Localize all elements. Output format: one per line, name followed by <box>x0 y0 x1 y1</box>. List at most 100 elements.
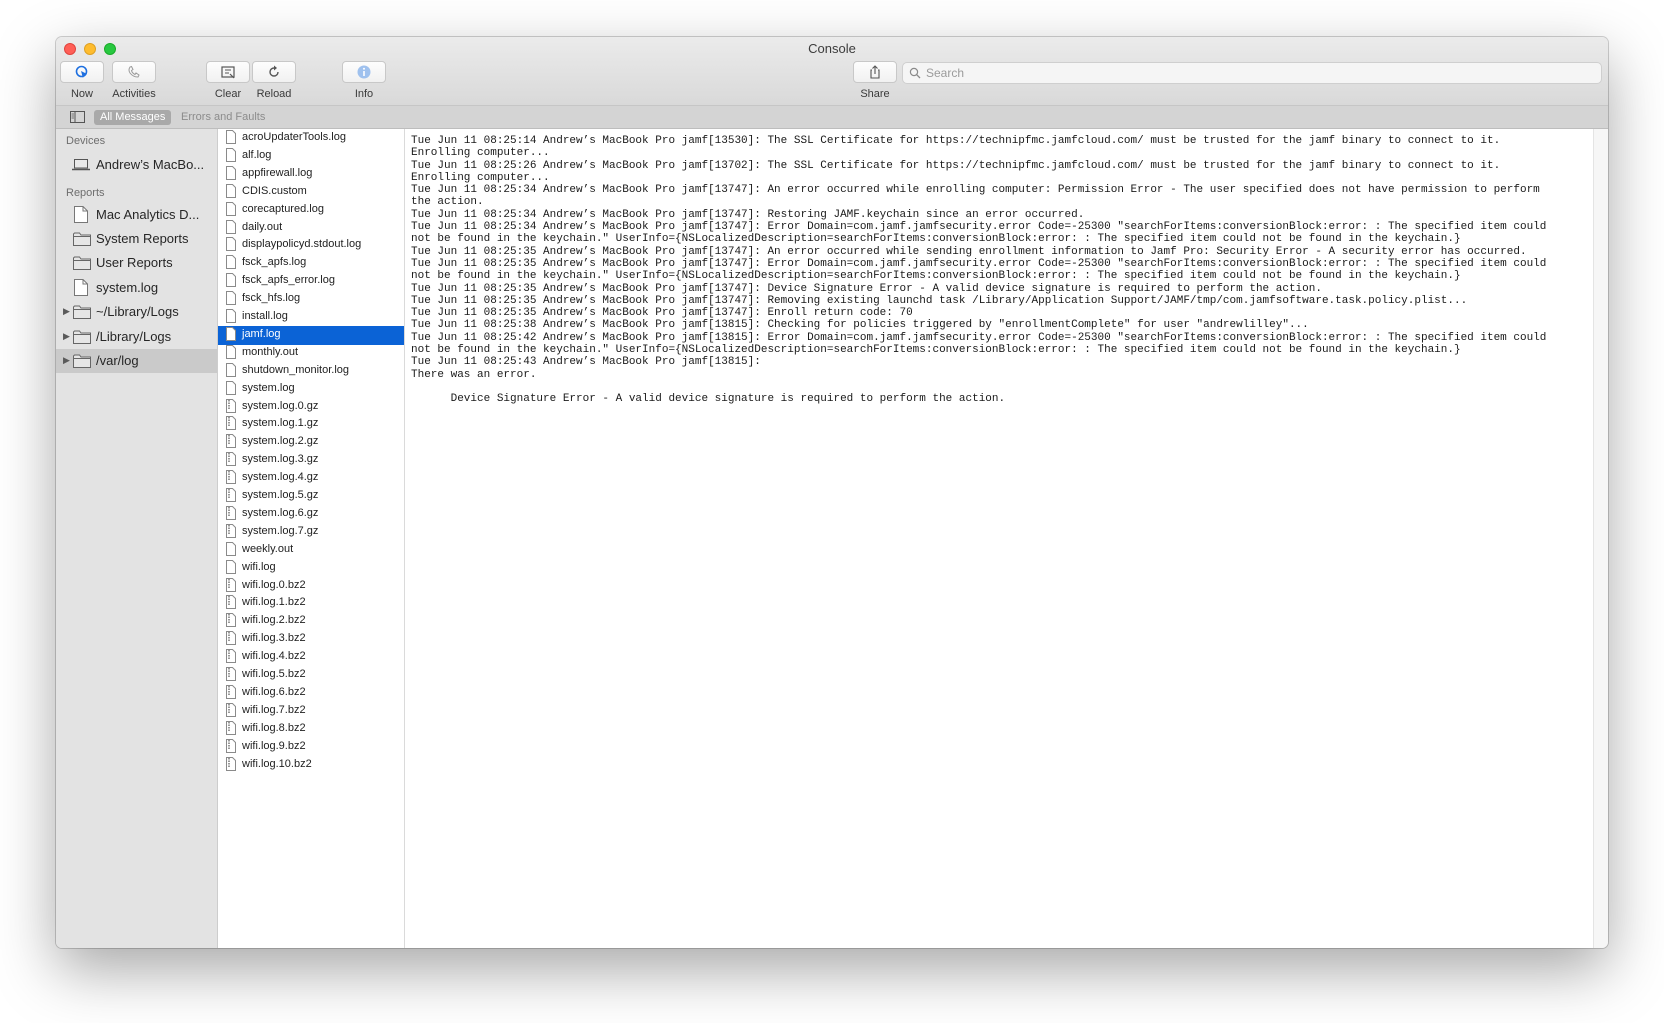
window-title: Console <box>808 41 856 56</box>
sidebar-item-label: System Reports <box>96 231 189 246</box>
file-row[interactable]: wifi.log.0.bz2 <box>218 577 404 596</box>
file-row[interactable]: weekly.out <box>218 541 404 560</box>
activities-button[interactable] <box>112 61 156 83</box>
file-row[interactable]: wifi.log.5.bz2 <box>218 666 404 685</box>
log-line: Tue Jun 11 08:25:34 Andrew’s MacBook Pro… <box>411 221 1547 234</box>
reload-icon <box>269 65 279 77</box>
reload-tool: Reload <box>252 61 296 100</box>
search-icon <box>909 67 921 79</box>
file-name: wifi.log.4.bz2 <box>242 650 306 663</box>
errors-and-faults-filter[interactable]: Errors and Faults <box>181 111 265 123</box>
file-name: system.log.1.gz <box>242 417 319 430</box>
sidebar-item-library-logs[interactable]: ▶ /Library/Logs <box>56 325 217 349</box>
file-row[interactable]: wifi.log.2.bz2 <box>218 612 404 631</box>
clear-tool: Clear <box>206 61 250 100</box>
file-row[interactable]: system.log.0.gz <box>218 398 404 417</box>
sidebar-item-system-reports[interactable]: System Reports <box>56 227 217 251</box>
log-line: Device Signature Error - A valid device … <box>411 393 1006 406</box>
all-messages-filter[interactable]: All Messages <box>94 110 172 125</box>
now-label: Now <box>70 88 93 100</box>
log-line: Enrolling computer... <box>411 171 550 184</box>
file-row[interactable]: system.log.3.gz <box>218 451 404 470</box>
file-row[interactable]: fsck_apfs.log <box>218 254 404 273</box>
info-label: Info <box>354 88 374 100</box>
log-line: Enrolling computer... <box>411 147 550 160</box>
info-button[interactable] <box>342 61 386 83</box>
file-row[interactable]: wifi.log.6.bz2 <box>218 684 404 703</box>
file-name: wifi.log.2.bz2 <box>242 614 306 627</box>
sidebar-item-label: system.log <box>96 280 159 295</box>
folder-icon <box>73 305 91 319</box>
file-row[interactable]: wifi.log.1.bz2 <box>218 594 404 613</box>
file-row[interactable]: displaypolicyd.stdout.log <box>218 236 404 255</box>
file-row[interactable]: wifi.log <box>218 559 404 578</box>
file-row[interactable]: acroUpdaterTools.log <box>218 129 404 148</box>
file-row[interactable]: system.log <box>218 380 404 399</box>
file-row[interactable]: wifi.log.7.bz2 <box>218 702 404 721</box>
file-row[interactable]: corecaptured.log <box>218 201 404 220</box>
log-line: Tue Jun 11 08:25:35 Andrew’s MacBook Pro… <box>411 257 1547 270</box>
file-row[interactable]: daily.out <box>218 219 404 238</box>
sidebar-item-var-log[interactable]: ▶ /var/log <box>56 349 217 373</box>
file-row[interactable]: jamf.log <box>218 325 404 345</box>
now-button[interactable] <box>60 61 104 83</box>
sidebar-item-label: User Reports <box>96 255 173 270</box>
file-row[interactable]: monthly.out <box>218 344 404 363</box>
file-row[interactable]: wifi.log.3.bz2 <box>218 630 404 649</box>
file-row[interactable]: wifi.log.8.bz2 <box>218 720 404 739</box>
search-placeholder: Search <box>926 66 965 80</box>
file-name: system.log.2.gz <box>242 435 319 448</box>
file-row[interactable]: system.log.7.gz <box>218 523 404 542</box>
sidebar-item-mac-analytics[interactable]: Mac Analytics D... <box>56 203 217 227</box>
document-icon <box>74 206 88 223</box>
file-name: system.log <box>242 381 295 394</box>
share-button[interactable] <box>853 61 897 83</box>
search-field[interactable]: Search <box>902 62 1602 84</box>
file-row[interactable]: system.log.5.gz <box>218 487 404 506</box>
log-line: Tue Jun 11 08:25:35 Andrew’s MacBook Pro… <box>411 307 913 320</box>
disclosure-triangle-icon[interactable]: ▶ <box>63 306 70 317</box>
file-row[interactable]: system.log.6.gz <box>218 505 404 524</box>
file-row[interactable]: system.log.2.gz <box>218 433 404 452</box>
disclosure-triangle-icon[interactable]: ▶ <box>63 331 70 342</box>
file-name: fsck_hfs.log <box>242 292 301 305</box>
file-row[interactable]: install.log <box>218 308 404 327</box>
clear-icon <box>221 66 235 79</box>
clear-label: Clear <box>214 88 242 100</box>
log-line: Tue Jun 11 08:25:34 Andrew’s MacBook Pro… <box>411 208 1085 221</box>
file-name: wifi.log.0.bz2 <box>242 578 306 591</box>
file-row[interactable]: wifi.log.9.bz2 <box>218 738 404 757</box>
file-row[interactable]: shutdown_monitor.log <box>218 362 404 381</box>
share-label: Share <box>860 88 890 100</box>
file-row[interactable]: CDIS.custom <box>218 183 404 202</box>
file-row[interactable]: wifi.log.4.bz2 <box>218 648 404 667</box>
file-row[interactable]: wifi.log.10.bz2 <box>218 756 404 775</box>
file-name: wifi.log <box>242 560 276 573</box>
file-name: wifi.log.7.bz2 <box>242 703 306 716</box>
file-row[interactable]: fsck_apfs_error.log <box>218 272 404 291</box>
sidebar-toggle-icon[interactable] <box>70 111 85 123</box>
folder-icon <box>73 330 91 344</box>
file-name: system.log.0.gz <box>242 399 319 412</box>
log-scrollbar[interactable] <box>1593 129 1608 948</box>
sidebar-item-user-library-logs[interactable]: ▶ ~/Library/Logs <box>56 300 217 324</box>
sidebar-item-user-reports[interactable]: User Reports <box>56 251 217 275</box>
folder-icon <box>73 256 91 270</box>
sidebar-item-device[interactable]: Andrew’s MacBo... <box>56 153 217 177</box>
file-row[interactable]: system.log.1.gz <box>218 415 404 434</box>
file-row[interactable]: fsck_hfs.log <box>218 290 404 309</box>
file-row[interactable]: appfirewall.log <box>218 165 404 184</box>
file-name: displaypolicyd.stdout.log <box>242 238 362 251</box>
reload-button[interactable] <box>252 61 296 83</box>
file-name: system.log.3.gz <box>242 453 319 466</box>
disclosure-triangle-icon[interactable]: ▶ <box>63 355 70 366</box>
file-name: CDIS.custom <box>242 184 307 197</box>
log-line: Tue Jun 11 08:25:43 Andrew’s MacBook Pro… <box>411 356 761 369</box>
share-icon <box>870 65 880 79</box>
file-row[interactable]: system.log.4.gz <box>218 469 404 488</box>
clear-button[interactable] <box>206 61 250 83</box>
sidebar-item-system-log[interactable]: system.log <box>56 276 217 300</box>
file-row[interactable]: alf.log <box>218 147 404 166</box>
file-name: system.log.6.gz <box>242 506 319 519</box>
